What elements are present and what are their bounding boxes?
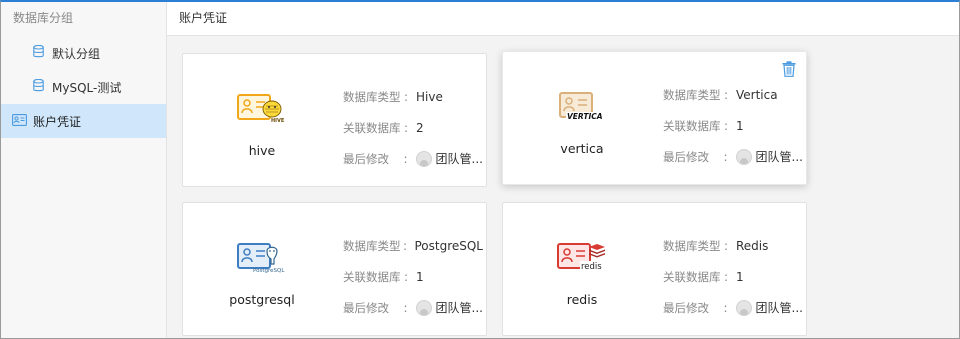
info-row-linked-db: 关联数据库 : 1 <box>663 118 744 133</box>
sidebar-item-mysql-test[interactable]: MySQL-测试 <box>1 70 166 104</box>
postgresql-logo-icon: PostgreSQL <box>237 237 287 275</box>
trash-icon[interactable] <box>782 61 796 77</box>
sidebar-item-label: MySQL-测试 <box>52 80 122 95</box>
card-info: 数据库类型 : Vertica 关联数据库 : 1 最后修改 : 团队管... <box>663 79 803 172</box>
info-row-last-modified: 最后修改 : 团队管... <box>663 299 803 316</box>
vertica-logo-icon: VERTICA <box>557 86 607 124</box>
credential-card-hive[interactable]: HIVE hive 数据库类型 : Hive 关联数据库 : 2 最后修改 : <box>182 53 487 187</box>
card-name: vertica <box>560 141 604 156</box>
sidebar-header: 数据库分组 <box>13 11 74 25</box>
db-type-value: Hive <box>416 89 443 104</box>
main-content: 账户凭证 HIVE hive 数据库类型: Hive 关联数据库: 2 最后… <box>167 2 959 338</box>
sidebar-item-label: 账户凭证 <box>33 114 82 129</box>
credential-card-vertica[interactable]: VERTICA vertica 数据库类型 : Vertica 关联数据库 : … <box>502 51 807 185</box>
modifier-name: 团队管... <box>755 150 803 164</box>
database-icon <box>33 44 44 61</box>
credential-card-postgresql[interactable]: PostgreSQL postgresql 数据库类型 : PostgreSQL… <box>182 202 487 336</box>
sidebar-item-default-group[interactable]: 默认分组 <box>1 36 166 70</box>
app-window: 数据库分组 默认分组 MySQL-测试 账户凭证 账户凭证 HIVE hive … <box>0 0 960 339</box>
info-row-linked-db: 关联数据库 : 2 <box>343 120 424 135</box>
redis-logo-icon: redis <box>557 237 607 275</box>
info-row-linked-db: 关联数据库 : 1 <box>343 269 424 284</box>
sidebar: 数据库分组 默认分组 MySQL-测试 账户凭证 <box>1 2 167 338</box>
modifier-name: 团队管... <box>755 301 803 315</box>
info-row-db-type: 数据库类型 : Hive <box>343 89 443 104</box>
db-type-value: PostgreSQL <box>414 238 483 253</box>
sidebar-item-account-credentials[interactable]: 账户凭证 <box>1 104 166 138</box>
info-row-last-modified: 最后修改 : 团队管... <box>663 148 803 165</box>
avatar <box>735 299 752 316</box>
hive-logo-icon: HIVE <box>237 88 287 126</box>
card-name: hive <box>248 143 276 158</box>
sidebar-item-label: 默认分组 <box>52 46 101 61</box>
info-row-db-type: 数据库类型 : Vertica <box>663 87 778 102</box>
svg-text:PostgreSQL: PostgreSQL <box>253 268 285 274</box>
id-card-icon <box>12 113 27 129</box>
info-row-db-type: 数据库类型 : Redis <box>663 238 769 253</box>
avatar <box>735 148 752 165</box>
page-title: 账户凭证 <box>167 2 959 36</box>
modifier-name: 团队管... <box>435 152 483 166</box>
svg-text:redis: redis <box>581 262 602 272</box>
linked-db-value: 1 <box>736 269 744 284</box>
info-row-db-type: 数据库类型 : PostgreSQL <box>343 238 483 253</box>
avatar <box>415 150 432 167</box>
svg-text:VERTICA: VERTICA <box>567 112 603 121</box>
database-icon <box>33 78 44 95</box>
credential-card-redis[interactable]: redis redis 数据库类型 : Redis 关联数据库 : 1 最后修改… <box>502 202 807 336</box>
db-type-value: Redis <box>736 238 769 253</box>
avatar <box>415 299 432 316</box>
svg-text:HIVE: HIVE <box>271 118 285 124</box>
info-row-last-modified: 最后修改 : 团队管... <box>343 150 483 167</box>
card-info: 数据库类型 : Hive 关联数据库 : 2 最后修改 : 团队管... <box>343 81 483 174</box>
card-name: redis <box>566 292 598 307</box>
linked-db-value: 1 <box>736 118 744 133</box>
card-info: 数据库类型 : Redis 关联数据库 : 1 最后修改 : 团队管... <box>663 230 803 323</box>
info-row-linked-db: 关联数据库 : 1 <box>663 269 744 284</box>
card-info: 数据库类型 : PostgreSQL 关联数据库 : 1 最后修改 : 团队管.… <box>343 230 483 323</box>
linked-db-value: 1 <box>416 269 424 284</box>
card-name: postgresql <box>229 292 295 307</box>
info-row-last-modified: 最后修改 : 团队管... <box>343 299 483 316</box>
modifier-name: 团队管... <box>435 301 483 315</box>
db-type-value: Vertica <box>736 87 778 102</box>
linked-db-value: 2 <box>416 120 424 135</box>
